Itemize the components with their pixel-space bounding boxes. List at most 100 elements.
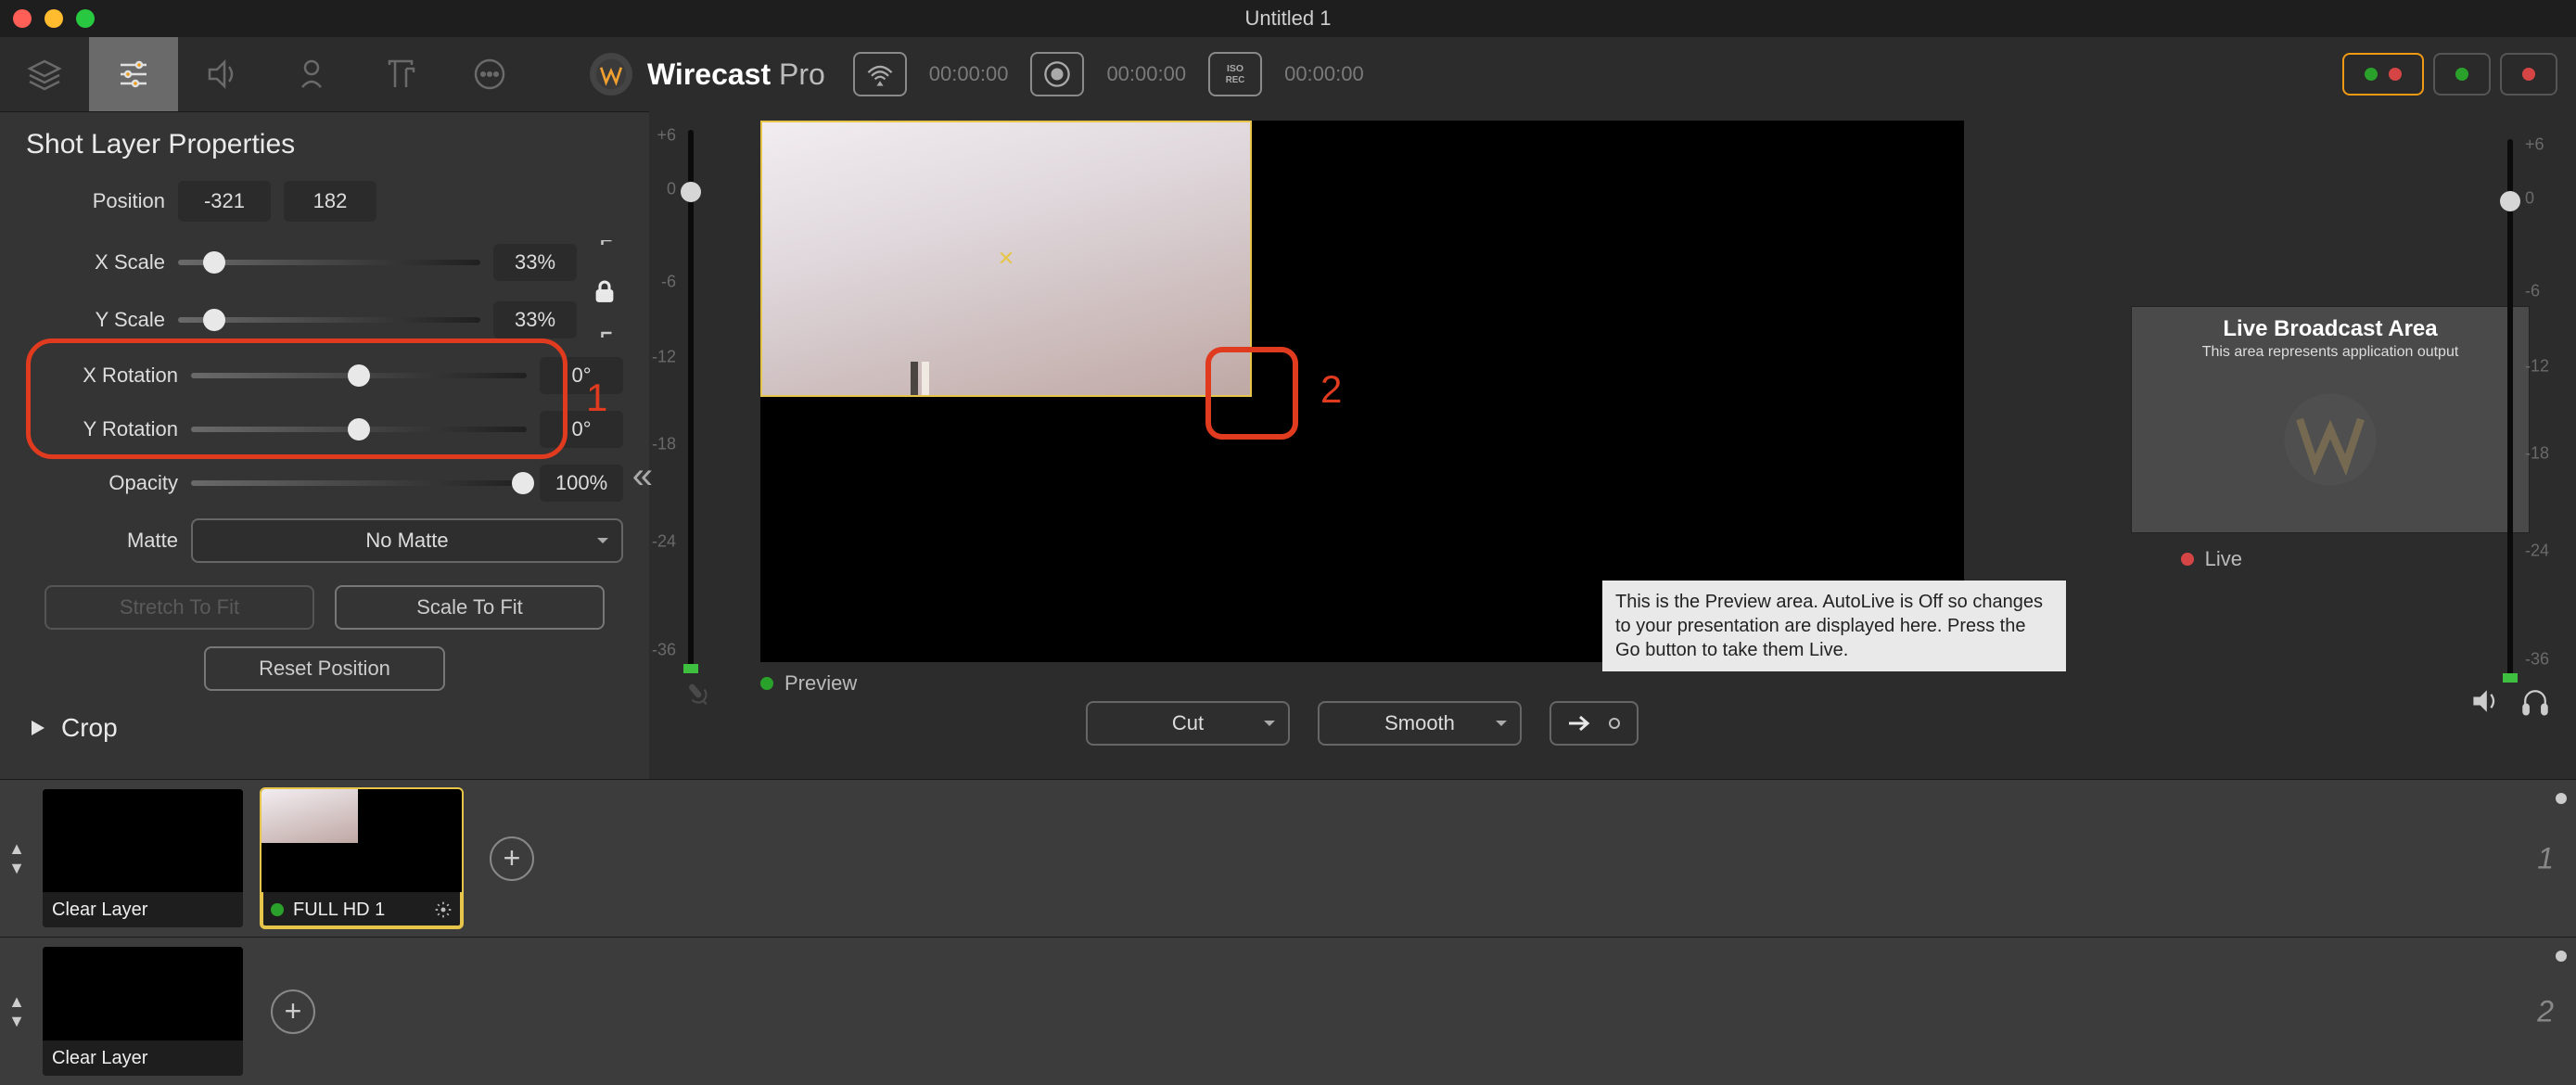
scale-to-fit-button[interactable]: Scale To Fit (335, 585, 605, 630)
window-controls (13, 9, 95, 28)
shot-fullhd1[interactable]: FULL HD 1 (261, 789, 462, 927)
panel-title: Shot Layer Properties (26, 129, 623, 160)
top-toolbar: Wirecast Pro 00:00:00 00:00:00 ISOREC 00… (0, 37, 2576, 111)
layer-visible-dot-1[interactable] (2556, 793, 2567, 804)
layer-rows: ▲▼ Clear Layer FULL HD 1 + 1 ▲▼ Clear La… (0, 779, 2576, 1085)
annotation-box-2 (1205, 347, 1298, 440)
live-dot-icon (271, 903, 284, 916)
iso-record-button[interactable]: ISOREC (1208, 52, 1262, 96)
iso-timecode: 00:00:00 (1284, 62, 1364, 86)
record-timecode: 00:00:00 (1106, 62, 1186, 86)
xscale-slider[interactable] (178, 252, 480, 273)
layer-reorder-2[interactable]: ▲▼ (0, 938, 33, 1085)
add-shot-button-1[interactable]: + (490, 836, 534, 881)
close-window[interactable] (13, 9, 32, 28)
stretch-to-fit-button[interactable]: Stretch To Fit (45, 585, 314, 630)
preview-fader[interactable] (681, 182, 701, 202)
source-frame[interactable]: ✕ (760, 121, 1252, 397)
tab-audio[interactable] (178, 37, 267, 111)
shot-clear-layer-2[interactable]: Clear Layer (43, 947, 243, 1076)
status-lights (2342, 37, 2576, 111)
inspector-tabs (0, 37, 534, 111)
preview-canvas-area: ✕ 2 This is the Preview area. AutoLive i… (760, 121, 1964, 779)
lock-icon (591, 277, 618, 305)
yscale-value[interactable]: 33% (493, 301, 577, 338)
layer-number-1: 1 (2537, 841, 2554, 875)
stream-button[interactable] (853, 52, 907, 96)
tab-text[interactable] (356, 37, 445, 111)
add-shot-button-2[interactable]: + (271, 989, 315, 1034)
status-light-main[interactable] (2342, 53, 2424, 96)
scale-lock[interactable] (586, 238, 623, 344)
status-light-green[interactable] (2433, 53, 2491, 96)
preview-audio-meter: +6 0 -6 -12 -18 -24 -36 (668, 121, 742, 779)
position-row: Position -321 182 (26, 181, 623, 222)
live-area: Live Broadcast Area This area represents… (1983, 121, 2557, 779)
minimize-window[interactable] (45, 9, 63, 28)
layer-reorder-1[interactable]: ▲▼ (0, 780, 33, 937)
xrot-slider[interactable] (191, 365, 527, 386)
go-button[interactable] (1549, 701, 1639, 746)
live-card-subtitle: This area represents application output (2202, 344, 2459, 361)
position-label: Position (26, 189, 165, 213)
opacity-value[interactable]: 100% (540, 465, 623, 502)
properties-panel: Shot Layer Properties Position -321 182 … (0, 111, 649, 779)
brand-text: Wirecast Pro (647, 57, 825, 92)
reset-position-button[interactable]: Reset Position (204, 646, 445, 691)
stream-timecode: 00:00:00 (929, 62, 1009, 86)
brand: Wirecast Pro (534, 37, 853, 111)
preview-canvas[interactable]: ✕ 2 This is the Preview area. AutoLive i… (760, 121, 1964, 662)
transition-row: Cut Smooth (760, 696, 1964, 751)
tab-properties[interactable] (89, 37, 178, 111)
main-area: Shot Layer Properties Position -321 182 … (0, 111, 2576, 779)
live-fader[interactable] (2500, 191, 2520, 211)
xrot-value[interactable]: 0° (540, 357, 623, 394)
yscale-slider[interactable] (178, 310, 480, 330)
shot-clear-layer-1[interactable]: Clear Layer (43, 789, 243, 927)
annotation-label-1: 1 (586, 376, 607, 420)
preview-status: Preview (760, 671, 1964, 696)
disclosure-icon (26, 717, 48, 739)
layer-row-2: ▲▼ Clear Layer + 2 (0, 937, 2576, 1085)
matte-select[interactable]: No Matte (191, 518, 623, 563)
tab-layers[interactable] (0, 37, 89, 111)
crop-section-header[interactable]: Crop (26, 713, 623, 743)
speaker-icon[interactable] (2468, 684, 2502, 718)
headphones-icon[interactable] (2519, 684, 2552, 718)
layer-number-2: 2 (2537, 994, 2554, 1028)
layer-visible-dot-2[interactable] (2556, 951, 2567, 962)
center-area: +6 0 -6 -12 -18 -24 -36 ✕ 2 This is the … (649, 111, 2576, 779)
tab-more[interactable] (445, 37, 534, 111)
yrot-value[interactable]: 0° (540, 411, 623, 448)
layer-row-1: ▲▼ Clear Layer FULL HD 1 + 1 (0, 779, 2576, 937)
yrot-slider[interactable] (191, 419, 527, 440)
wirecast-logo-icon (590, 53, 632, 96)
opacity-label: Opacity (26, 471, 178, 495)
matte-label: Matte (26, 529, 178, 553)
opacity-slider[interactable] (191, 473, 527, 493)
xscale-value[interactable]: 33% (493, 244, 577, 281)
position-x-input[interactable]: -321 (178, 181, 271, 222)
live-broadcast-card: Live Broadcast Area This area represents… (2131, 306, 2530, 533)
record-button[interactable] (1030, 52, 1084, 96)
xrot-label: X Rotation (26, 364, 178, 388)
mic-icon[interactable] (676, 672, 721, 717)
collapse-panel-icon[interactable]: « (632, 455, 653, 497)
svg-text:REC: REC (1226, 75, 1245, 85)
yrot-label: Y Rotation (26, 417, 178, 441)
window-title: Untitled 1 (1245, 6, 1332, 31)
transition-cut-select[interactable]: Cut (1086, 701, 1290, 746)
svg-text:ISO: ISO (1227, 63, 1243, 74)
annotation-label-2: 2 (1320, 367, 1342, 412)
tab-chroma[interactable] (267, 37, 356, 111)
transition-smooth-select[interactable]: Smooth (1318, 701, 1522, 746)
position-y-input[interactable]: 182 (284, 181, 376, 222)
output-controls: 00:00:00 00:00:00 ISOREC 00:00:00 (853, 37, 1364, 111)
live-status: Live (2181, 547, 2242, 571)
gear-icon[interactable] (434, 900, 453, 919)
center-marker-icon: ✕ (998, 247, 1014, 271)
status-light-red[interactable] (2500, 53, 2557, 96)
yscale-label: Y Scale (26, 308, 165, 332)
titlebar: Untitled 1 (0, 0, 2576, 37)
zoom-window[interactable] (76, 9, 95, 28)
